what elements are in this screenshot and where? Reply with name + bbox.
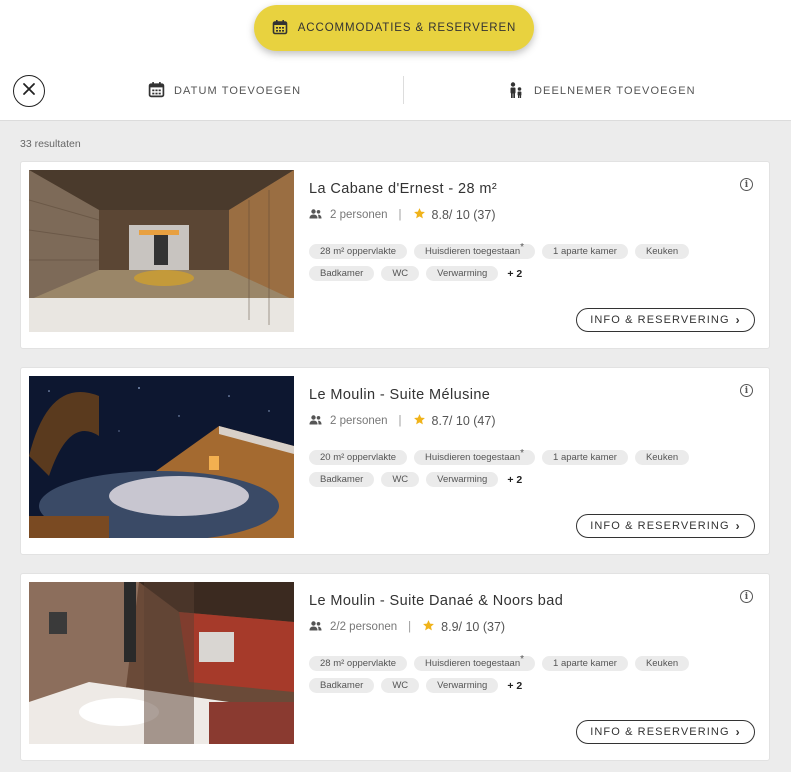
amenity-tags: 20 m² oppervlakte Huisdieren toegestaan*… bbox=[309, 448, 729, 494]
accommodation-meta: 2/2 personen | 8.9/ 10 (37) bbox=[309, 619, 505, 635]
rating-value: 8.7/ 10 (47) bbox=[431, 414, 496, 428]
amenity-tag: WC bbox=[381, 678, 420, 693]
amenity-tag: Keuken bbox=[634, 656, 690, 671]
calendar-icon bbox=[148, 81, 165, 101]
accommodation-title[interactable]: Le Moulin - Suite Mélusine bbox=[309, 387, 490, 403]
amenity-tags: 28 m² oppervlakte Huisdieren toegestaan*… bbox=[309, 242, 729, 288]
add-date-label: DATUM TOEVOEGEN bbox=[174, 85, 302, 97]
people-icon bbox=[507, 81, 525, 102]
amenity-tag: Badkamer bbox=[309, 678, 375, 693]
amenity-tag: 1 aparte kamer bbox=[542, 244, 628, 259]
info-reservation-label: INFO & RESERVERING bbox=[590, 314, 730, 326]
accommodation-photo[interactable] bbox=[29, 170, 294, 332]
add-participant-filter[interactable]: DEELNEMER TOEVOEGEN bbox=[507, 79, 696, 103]
accommodation-card: La Cabane d'Ernest - 28 m² 2 personen | … bbox=[20, 161, 770, 349]
chevron-right-icon: › bbox=[735, 313, 741, 327]
star-icon bbox=[413, 413, 426, 429]
meta-separator: | bbox=[398, 209, 402, 221]
more-amenities-link[interactable]: + 2 bbox=[507, 680, 522, 692]
info-icon[interactable]: i bbox=[740, 384, 753, 397]
persons-label: 2 personen bbox=[330, 415, 388, 427]
rating-value: 8.9/ 10 (37) bbox=[441, 620, 506, 634]
info-reservation-button[interactable]: INFO & RESERVERING › bbox=[576, 720, 755, 744]
more-amenities-link[interactable]: + 2 bbox=[507, 268, 522, 280]
amenity-tag: WC bbox=[381, 266, 420, 281]
amenity-tags: 28 m² oppervlakte Huisdieren toegestaan*… bbox=[309, 654, 729, 700]
accommodation-title[interactable]: La Cabane d'Ernest - 28 m² bbox=[309, 181, 497, 197]
top-bar: ACCOMMODATIES & RESERVEREN DATUM TOEVOEG… bbox=[0, 0, 791, 121]
amenity-tag: Keuken bbox=[634, 244, 690, 259]
accommodation-card: Le Moulin - Suite Mélusine 2 personen | … bbox=[20, 367, 770, 555]
results-count: 33 resultaten bbox=[20, 138, 81, 150]
add-participant-label: DEELNEMER TOEVOEGEN bbox=[534, 85, 696, 97]
star-icon bbox=[413, 207, 426, 223]
info-icon[interactable]: i bbox=[740, 178, 753, 191]
close-button[interactable] bbox=[13, 75, 45, 107]
accommodations-button[interactable]: ACCOMMODATIES & RESERVEREN bbox=[254, 5, 534, 51]
people-icon bbox=[309, 414, 322, 428]
amenity-tag: 20 m² oppervlakte bbox=[309, 450, 408, 465]
amenity-tag: Badkamer bbox=[309, 266, 375, 281]
info-icon[interactable]: i bbox=[740, 590, 753, 603]
persons-label: 2/2 personen bbox=[330, 621, 398, 633]
accommodations-button-label: ACCOMMODATIES & RESERVEREN bbox=[297, 22, 517, 34]
amenity-tag: 1 aparte kamer bbox=[542, 656, 628, 671]
amenity-tag-pets: Huisdieren toegestaan* bbox=[414, 654, 536, 671]
calendar-icon bbox=[272, 19, 288, 38]
accommodation-card: Le Moulin - Suite Danaé & Noors bad 2/2 … bbox=[20, 573, 770, 761]
amenity-tag-pets: Huisdieren toegestaan* bbox=[414, 242, 536, 259]
info-reservation-button[interactable]: INFO & RESERVERING › bbox=[576, 514, 755, 538]
accommodation-meta: 2 personen | 8.8/ 10 (37) bbox=[309, 207, 495, 223]
accommodation-meta: 2 personen | 8.7/ 10 (47) bbox=[309, 413, 495, 429]
filter-divider bbox=[403, 76, 404, 104]
meta-separator: | bbox=[408, 621, 412, 633]
meta-separator: | bbox=[398, 415, 402, 427]
amenity-tag-pets: Huisdieren toegestaan* bbox=[414, 448, 536, 465]
amenity-tag: Badkamer bbox=[309, 472, 375, 487]
info-reservation-label: INFO & RESERVERING bbox=[590, 726, 730, 738]
people-icon bbox=[309, 620, 322, 634]
add-date-filter[interactable]: DATUM TOEVOEGEN bbox=[148, 79, 301, 103]
amenity-tag: Verwarming bbox=[426, 678, 499, 693]
amenity-tag: Verwarming bbox=[426, 266, 499, 281]
people-icon bbox=[309, 208, 322, 222]
amenity-tag: WC bbox=[381, 472, 420, 487]
star-icon bbox=[422, 619, 435, 635]
more-amenities-link[interactable]: + 2 bbox=[507, 474, 522, 486]
amenity-tag: 28 m² oppervlakte bbox=[309, 244, 408, 259]
amenity-tag: 1 aparte kamer bbox=[542, 450, 628, 465]
accommodation-title[interactable]: Le Moulin - Suite Danaé & Noors bad bbox=[309, 593, 563, 609]
close-icon bbox=[22, 82, 36, 101]
chevron-right-icon: › bbox=[735, 519, 741, 533]
accommodation-photo[interactable] bbox=[29, 376, 294, 538]
persons-label: 2 personen bbox=[330, 209, 388, 221]
rating-value: 8.8/ 10 (37) bbox=[431, 208, 496, 222]
chevron-right-icon: › bbox=[735, 725, 741, 739]
accommodation-photo[interactable] bbox=[29, 582, 294, 744]
amenity-tag: Keuken bbox=[634, 450, 690, 465]
amenity-tag: Verwarming bbox=[426, 472, 499, 487]
info-reservation-button[interactable]: INFO & RESERVERING › bbox=[576, 308, 755, 332]
info-reservation-label: INFO & RESERVERING bbox=[590, 520, 730, 532]
amenity-tag: 28 m² oppervlakte bbox=[309, 656, 408, 671]
